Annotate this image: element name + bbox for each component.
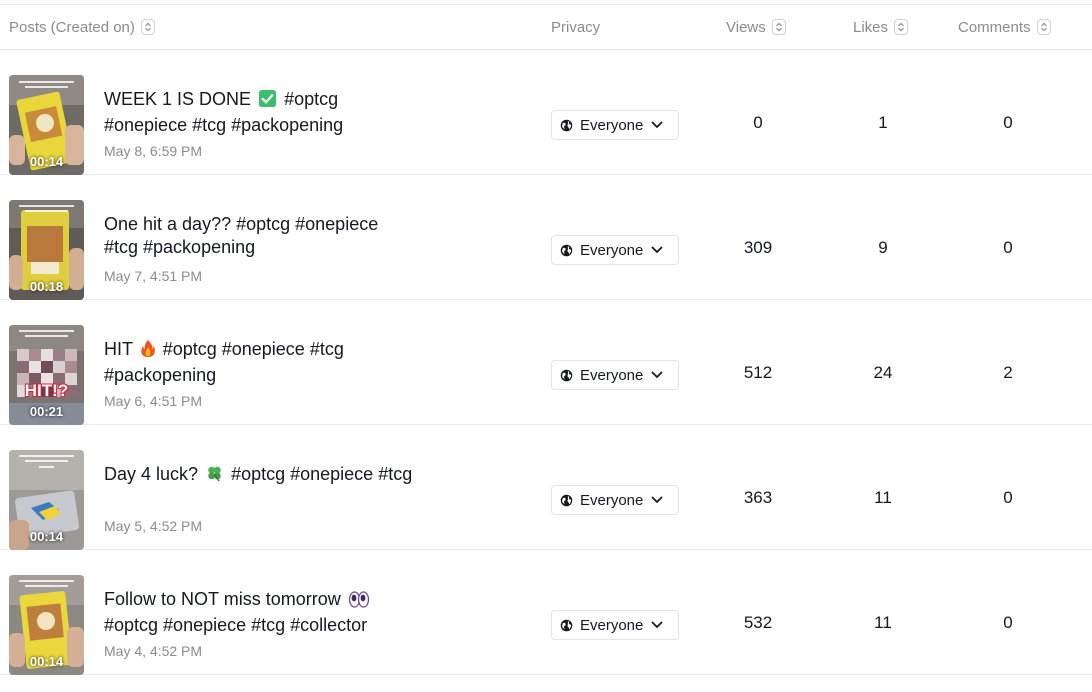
four-leaf-clover-icon (205, 464, 224, 489)
posts-table: Posts (Created on) Privacy Views Likes C… (0, 0, 1092, 692)
privacy-dropdown[interactable]: Everyone (551, 610, 679, 640)
sort-icon[interactable] (140, 19, 155, 35)
video-duration: 00:14 (29, 529, 64, 544)
post-title[interactable]: Day 4 luck? #optcg #onepiece #tcg (104, 463, 414, 489)
video-thumbnail[interactable]: HIT!? 00:21 (9, 325, 84, 425)
check-mark-icon (258, 89, 277, 114)
privacy-dropdown[interactable]: Everyone (551, 110, 679, 140)
globe-icon (560, 369, 573, 382)
privacy-label: Everyone (580, 616, 644, 634)
post-date: May 7, 4:51 PM (104, 268, 203, 284)
post-title-text: HIT (104, 339, 133, 359)
video-duration: 00:14 (29, 654, 64, 669)
video-thumbnail[interactable]: 00:14 (9, 450, 84, 550)
comments-count: 0 (1003, 238, 1013, 257)
post-title-hashtags: #optcg #onepiece #tcg #collector (104, 615, 368, 635)
views-count: 512 (743, 363, 773, 382)
globe-icon (560, 619, 573, 632)
video-duration: 00:18 (29, 279, 64, 294)
table-row: 00:14 Follow to NOT miss tomorrow #optcg… (0, 550, 1092, 675)
table-row: 00:14 WEEK 1 IS DONE #optcg #onepiece #t… (0, 50, 1092, 175)
chevron-down-icon (651, 621, 663, 629)
chevron-down-icon (651, 246, 663, 254)
sort-icon[interactable] (894, 19, 909, 35)
privacy-dropdown[interactable]: Everyone (551, 485, 679, 515)
post-title[interactable]: One hit a day?? #optcg #onepiece #tcg #p… (104, 213, 414, 259)
globe-icon (560, 119, 573, 132)
privacy-label: Everyone (580, 116, 644, 134)
post-date: May 6, 4:51 PM (104, 393, 203, 409)
chevron-down-icon (651, 496, 663, 504)
privacy-dropdown[interactable]: Everyone (551, 360, 679, 390)
views-count: 0 (753, 113, 763, 132)
privacy-dropdown[interactable]: Everyone (551, 235, 679, 265)
video-thumbnail[interactable]: 00:18 (9, 200, 84, 300)
header-posts-label: Posts (Created on) (9, 18, 135, 36)
table-header: Posts (Created on) Privacy Views Likes C… (0, 5, 1092, 50)
post-date: May 5, 4:52 PM (104, 518, 203, 534)
globe-icon (560, 494, 573, 507)
views-count: 309 (743, 238, 773, 257)
globe-icon (560, 244, 573, 257)
post-title[interactable]: HIT #optcg #onepiece #tcg #packopening (104, 338, 414, 387)
post-title[interactable]: WEEK 1 IS DONE #optcg #onepiece #tcg #pa… (104, 88, 414, 137)
header-comments-label: Comments (958, 18, 1031, 36)
post-title-text: Follow to NOT miss tomorrow (104, 589, 341, 609)
chevron-down-icon (651, 121, 663, 129)
likes-count: 24 (873, 363, 893, 382)
video-thumbnail[interactable]: 00:14 (9, 575, 84, 675)
header-privacy-label: Privacy (551, 18, 601, 36)
comments-count: 0 (1003, 488, 1013, 507)
thumbnail-overlay-text: HIT!? (24, 381, 69, 400)
post-date: May 8, 6:59 PM (104, 143, 203, 159)
header-comments[interactable]: Comments (958, 5, 1051, 49)
sort-icon[interactable] (1036, 19, 1051, 35)
likes-count: 11 (874, 613, 892, 632)
likes-count: 11 (874, 488, 892, 507)
sort-icon[interactable] (771, 19, 786, 35)
fire-icon (140, 339, 156, 364)
views-count: 532 (743, 613, 773, 632)
video-duration: 00:14 (29, 154, 64, 169)
table-row: HIT!? 00:21 HIT #optcg #onepiece #tcg #p… (0, 300, 1092, 425)
header-privacy: Privacy (551, 5, 600, 49)
comments-count: 0 (1003, 613, 1013, 632)
video-thumbnail[interactable]: 00:14 (9, 75, 84, 175)
post-title-text: One hit a day?? #optcg #onepiece #tcg #p… (104, 214, 379, 257)
post-title-text: Day 4 luck? (104, 464, 199, 484)
privacy-label: Everyone (580, 366, 644, 384)
header-likes[interactable]: Likes (853, 5, 909, 49)
post-date: May 4, 4:52 PM (104, 643, 203, 659)
post-title[interactable]: Follow to NOT miss tomorrow #optcg #onep… (104, 588, 414, 637)
post-title-hashtags: #optcg #onepiece #tcg (231, 464, 413, 484)
table-row: 00:18 One hit a day?? #optcg #onepiece #… (0, 175, 1092, 300)
header-likes-label: Likes (853, 18, 889, 36)
views-count: 363 (743, 488, 773, 507)
header-views[interactable]: Views (726, 5, 786, 49)
header-views-label: Views (726, 18, 766, 36)
privacy-label: Everyone (580, 491, 644, 509)
header-posts[interactable]: Posts (Created on) (9, 5, 155, 49)
comments-count: 2 (1003, 363, 1013, 382)
comments-count: 0 (1003, 113, 1013, 132)
likes-count: 1 (878, 113, 888, 132)
video-duration: 00:21 (29, 404, 64, 419)
table-row: 00:14 Day 4 luck? #optcg #onepiece #tcg … (0, 425, 1092, 550)
eyes-icon (348, 591, 370, 614)
privacy-label: Everyone (580, 241, 644, 259)
post-title-text: WEEK 1 IS DONE (104, 89, 252, 109)
likes-count: 9 (878, 238, 888, 257)
chevron-down-icon (651, 371, 663, 379)
